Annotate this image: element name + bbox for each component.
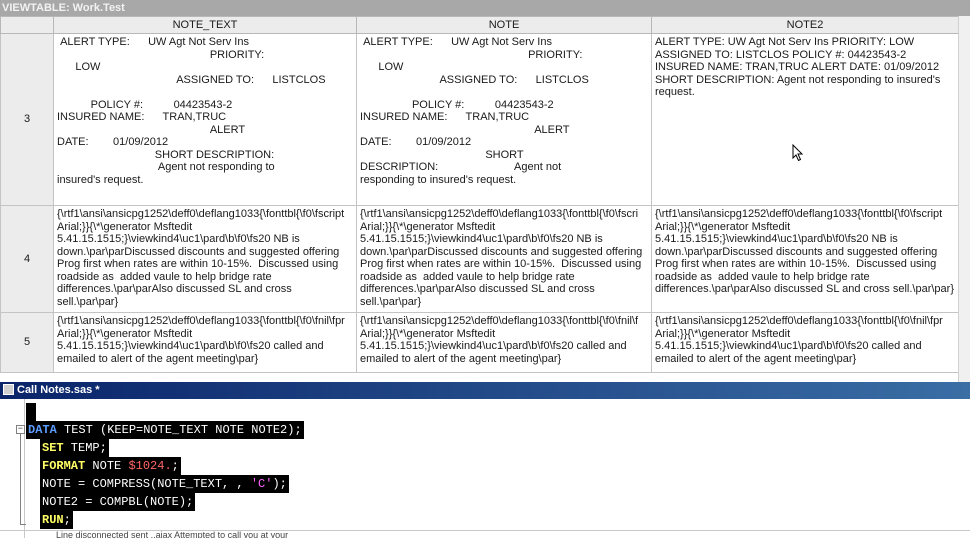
code-line-run-statement[interactable]: RUN;: [40, 511, 73, 529]
header-row: NOTE_TEXT NOTE NOTE2: [0, 16, 958, 34]
sas-program-icon: [3, 383, 14, 395]
editor-margin-divider: [24, 399, 25, 538]
code-line-compbl-assignment[interactable]: NOTE2 = COMPBL(NOTE);: [40, 493, 196, 511]
code-line-compress-assignment[interactable]: NOTE = COMPRESS(NOTE_TEXT, , 'C');: [40, 475, 289, 493]
row-number-header[interactable]: [0, 16, 54, 34]
compress-terminator: );: [272, 477, 287, 491]
column-header-note2[interactable]: NOTE2: [651, 16, 958, 34]
cell-note[interactable]: {\rtf1\ansi\ansicpg1252\deff0\deflang103…: [356, 312, 652, 373]
run-terminator: ;: [63, 513, 71, 527]
compbl-expression: NOTE2 = COMPBL(NOTE);: [42, 495, 194, 509]
code-fold-bracket-end: [20, 524, 26, 525]
format-keyword: FORMAT: [42, 459, 86, 473]
cell-note2[interactable]: {\rtf1\ansi\ansicpg1252\deff0\deflang103…: [651, 312, 958, 373]
viewtable-window-title: VIEWTABLE: Work.Test: [0, 0, 970, 16]
cell-note[interactable]: {\rtf1\ansi\ansicpg1252\deff0\deflang103…: [356, 205, 652, 313]
mouse-cursor-icon: [792, 144, 804, 162]
set-keyword: SET: [42, 441, 64, 455]
lower-pane-text: Line disconnected sent ..ajax Attempted …: [56, 531, 289, 538]
vertical-scrollbar[interactable]: [958, 16, 970, 382]
format-variable: NOTE: [85, 459, 129, 473]
editor-window-title[interactable]: Call Notes.sas *: [0, 382, 970, 399]
format-specifier: $1024.: [128, 459, 172, 473]
code-editor[interactable]: − DATA TEST (KEEP=NOTE_TEXT NOTE NOTE2);…: [0, 399, 970, 538]
row-number[interactable]: 3: [0, 33, 54, 206]
code-line-format-statement[interactable]: FORMAT NOTE $1024.;: [40, 457, 181, 475]
data-statement-text: TEST (KEEP=NOTE_TEXT NOTE NOTE2);: [56, 423, 302, 437]
run-keyword: RUN: [42, 513, 64, 527]
row-number[interactable]: 5: [0, 312, 54, 373]
table-row: 5 {\rtf1\ansi\ansicpg1252\deff0\deflang1…: [0, 312, 958, 373]
code-line-set-statement[interactable]: SET TEMP;: [40, 439, 109, 457]
editor-title-text: Call Notes.sas *: [17, 384, 100, 396]
cell-note2[interactable]: {\rtf1\ansi\ansicpg1252\deff0\deflang103…: [651, 205, 958, 313]
compress-modifier-string: 'C': [250, 477, 273, 491]
column-header-note-text[interactable]: NOTE_TEXT: [53, 16, 357, 34]
data-table: NOTE_TEXT NOTE NOTE2 3 ALERT TYPE: UW Ag…: [0, 16, 958, 373]
table-row: 4 {\rtf1\ansi\ansicpg1252\deff0\deflang1…: [0, 205, 958, 313]
cell-note-text[interactable]: {\rtf1\ansi\ansicpg1252\deff0\deflang103…: [53, 312, 357, 373]
table-row: 3 ALERT TYPE: UW Agt Not Serv Ins PRIORI…: [0, 33, 958, 206]
code-fold-bracket: [20, 434, 21, 524]
cell-note2[interactable]: ALERT TYPE: UW Agt Not Serv Ins PRIORITY…: [651, 33, 958, 206]
cell-note-text[interactable]: {\rtf1\ansi\ansicpg1252\deff0\deflang103…: [53, 205, 357, 313]
compress-expression: NOTE = COMPRESS(NOTE_TEXT, ,: [42, 477, 251, 491]
data-keyword: DATA: [28, 423, 57, 437]
collapse-toggle-icon[interactable]: −: [16, 425, 25, 434]
data-grid[interactable]: NOTE_TEXT NOTE NOTE2 3 ALERT TYPE: UW Ag…: [0, 16, 958, 382]
cell-note[interactable]: ALERT TYPE: UW Agt Not Serv Ins PRIORITY…: [356, 33, 652, 206]
cell-note-text[interactable]: ALERT TYPE: UW Agt Not Serv Ins PRIORITY…: [53, 33, 357, 206]
column-header-note[interactable]: NOTE: [356, 16, 652, 34]
set-statement-text: TEMP;: [63, 441, 107, 455]
code-line-selected-blank[interactable]: [26, 403, 36, 421]
code-line-data-statement[interactable]: DATA TEST (KEEP=NOTE_TEXT NOTE NOTE2);: [26, 421, 304, 439]
format-terminator: ;: [171, 459, 179, 473]
row-number[interactable]: 4: [0, 205, 54, 313]
